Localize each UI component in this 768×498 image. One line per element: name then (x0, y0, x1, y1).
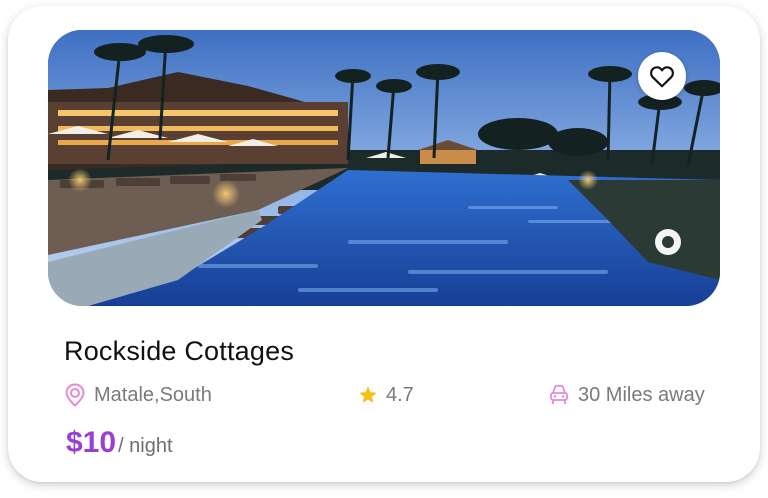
distance-info: 30 Miles away (548, 382, 705, 408)
location-info: Matale,South (64, 382, 212, 408)
map-pin-icon (64, 383, 86, 407)
heart-outline-icon (649, 64, 675, 88)
car-icon (548, 383, 570, 407)
star-icon (358, 385, 378, 405)
distance-text: 30 Miles away (578, 383, 705, 406)
location-text: Matale,South (94, 383, 212, 406)
rating-value: 4.7 (386, 383, 414, 406)
price-amount: $10 (66, 426, 117, 459)
rating-info: 4.7 (358, 382, 414, 408)
resort-pool-image (48, 30, 720, 306)
price-unit: / night (118, 435, 173, 457)
price-info: $10 / night (66, 426, 173, 460)
listing-card[interactable]: Rockside Cottages Matale,South 4.7 30 Mi… (8, 6, 760, 482)
listing-title: Rockside Cottages (64, 336, 295, 366)
listing-photo[interactable] (48, 30, 720, 306)
favorite-button[interactable] (638, 52, 686, 100)
